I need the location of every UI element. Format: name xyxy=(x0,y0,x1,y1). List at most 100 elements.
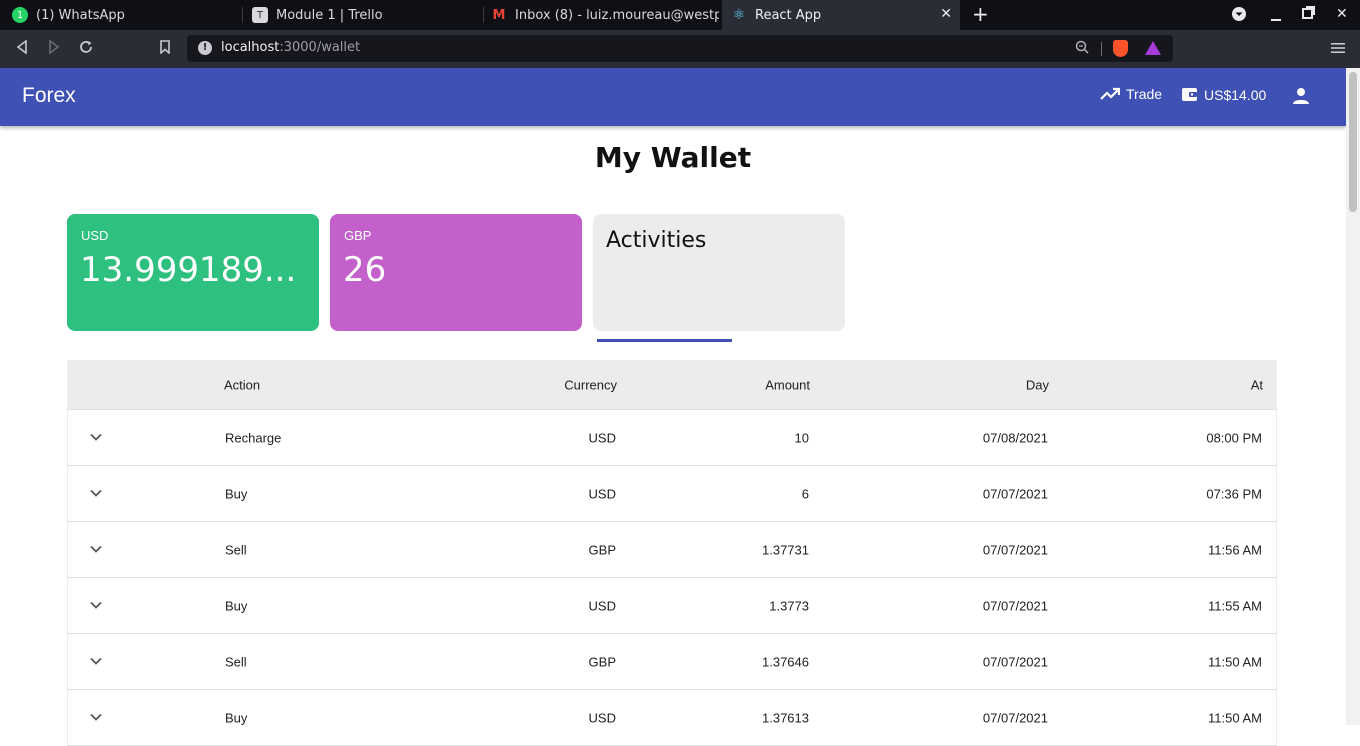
cell-action: Buy xyxy=(225,598,248,613)
react-icon: ⚛ xyxy=(732,7,746,23)
restore-icon[interactable] xyxy=(1302,6,1315,23)
cell-currency: USD xyxy=(588,710,616,725)
browser-menu-icon[interactable] xyxy=(1331,39,1345,58)
url-divider xyxy=(1101,42,1102,56)
cell-at: 08:00 PM xyxy=(1206,430,1262,445)
url-field[interactable]: ! localhost:3000/wallet xyxy=(187,35,1173,62)
cell-at: 11:56 AM xyxy=(1208,542,1262,557)
cell-at: 11:50 AM xyxy=(1208,710,1262,725)
cell-at: 11:50 AM xyxy=(1208,654,1262,669)
brave-rewards-icon[interactable] xyxy=(1145,41,1161,55)
site-info-icon[interactable]: ! xyxy=(198,41,212,55)
app-header: Forex Trade US$14.00 xyxy=(0,68,1346,126)
tab-whatsapp[interactable]: 1 (1) WhatsApp xyxy=(12,0,238,30)
table-row: Buy USD 6 07/07/2021 07:36 PM xyxy=(67,466,1277,522)
tab-title: (1) WhatsApp xyxy=(36,7,125,23)
activities-table: Action Currency Amount Day At Recharge U… xyxy=(67,360,1277,746)
cell-amount: 10 xyxy=(794,430,809,445)
cell-amount: 6 xyxy=(801,486,809,501)
cell-currency: GBP xyxy=(588,654,616,669)
expand-row-icon[interactable] xyxy=(88,540,104,559)
header-currency[interactable]: Currency xyxy=(564,377,617,392)
card-currency: GBP xyxy=(344,228,372,243)
table-row: Buy USD 1.3773 07/07/2021 11:55 AM xyxy=(67,578,1277,634)
wallet-balance-button[interactable]: US$14.00 xyxy=(1181,86,1266,103)
address-bar: ! localhost:3000/wallet xyxy=(0,30,1360,68)
usd-wallet-card[interactable]: USD 13.999189... xyxy=(67,214,319,331)
cell-day: 07/07/2021 xyxy=(982,542,1048,557)
new-tab-button[interactable]: + xyxy=(972,4,989,24)
whatsapp-icon: 1 xyxy=(12,7,28,23)
header-amount[interactable]: Amount xyxy=(765,377,810,392)
cell-day: 07/07/2021 xyxy=(982,654,1048,669)
trade-label: Trade xyxy=(1126,86,1163,102)
tab-gmail[interactable]: M Inbox (8) - luiz.moureau@westpoi xyxy=(491,0,719,30)
activities-selected-indicator xyxy=(597,339,732,342)
cell-day: 07/07/2021 xyxy=(982,486,1048,501)
page-title: My Wallet xyxy=(594,141,752,174)
browser-tab-bar: 1 (1) WhatsApp T Module 1 | Trello M Inb… xyxy=(0,0,1360,30)
gbp-wallet-card[interactable]: GBP 26 xyxy=(330,214,582,331)
card-amount: 26 xyxy=(343,250,387,290)
tab-divider xyxy=(483,7,484,23)
expand-row-icon[interactable] xyxy=(88,708,104,727)
table-row: Recharge USD 10 07/08/2021 08:00 PM xyxy=(67,410,1277,466)
cell-currency: USD xyxy=(588,598,616,613)
header-action[interactable]: Action xyxy=(224,377,260,392)
expand-row-icon[interactable] xyxy=(88,484,104,503)
cell-action: Recharge xyxy=(225,430,282,445)
page-scrollbar[interactable] xyxy=(1346,68,1360,725)
tab-title: Inbox (8) - luiz.moureau@westpoi xyxy=(515,7,719,23)
header-day[interactable]: Day xyxy=(1026,377,1049,392)
cell-action: Buy xyxy=(225,486,248,501)
table-row: Sell GBP 1.37731 07/07/2021 11:56 AM xyxy=(67,522,1277,578)
account-icon[interactable] xyxy=(1292,87,1310,109)
tab-trello[interactable]: T Module 1 | Trello xyxy=(252,0,478,30)
cell-amount: 1.37646 xyxy=(762,654,809,669)
tab-title: React App xyxy=(755,7,822,23)
trending-up-icon xyxy=(1100,87,1120,100)
close-tab-icon[interactable]: ✕ xyxy=(940,6,952,22)
forward-icon[interactable] xyxy=(48,39,60,58)
brand-logo[interactable]: Forex xyxy=(22,84,76,108)
gmail-icon: M xyxy=(492,7,506,23)
cell-currency: USD xyxy=(588,430,616,445)
minimize-icon[interactable] xyxy=(1270,4,1282,28)
scrollbar-thumb[interactable] xyxy=(1349,72,1357,212)
bookmark-icon[interactable] xyxy=(159,39,171,58)
cell-action: Sell xyxy=(225,542,247,557)
wallet-icon xyxy=(1182,88,1197,101)
cell-day: 07/08/2021 xyxy=(982,430,1048,445)
tab-title: Module 1 | Trello xyxy=(276,7,383,23)
cell-day: 07/07/2021 xyxy=(982,598,1048,613)
cell-day: 07/07/2021 xyxy=(982,710,1048,725)
table-row: Sell GBP 1.37646 07/07/2021 11:50 AM xyxy=(67,634,1277,690)
cell-amount: 1.37613 xyxy=(762,710,809,725)
reload-icon[interactable] xyxy=(79,39,93,58)
trade-button[interactable]: Trade xyxy=(1100,86,1162,102)
back-icon[interactable] xyxy=(16,39,28,58)
brave-shields-icon[interactable] xyxy=(1113,40,1128,57)
expand-row-icon[interactable] xyxy=(88,652,104,671)
cell-action: Sell xyxy=(225,654,247,669)
table-header: Action Currency Amount Day At xyxy=(67,360,1277,410)
card-currency: USD xyxy=(81,228,109,243)
cell-currency: GBP xyxy=(588,542,616,557)
expand-row-icon[interactable] xyxy=(88,428,104,447)
close-window-icon[interactable]: ✕ xyxy=(1336,6,1348,22)
tab-react-app[interactable]: ⚛ React App ✕ xyxy=(722,0,960,30)
header-at[interactable]: At xyxy=(1251,377,1263,392)
trello-icon: T xyxy=(252,7,268,23)
activities-card[interactable]: Activities xyxy=(593,214,845,331)
cell-action: Buy xyxy=(225,710,248,725)
card-amount: 13.999189... xyxy=(80,250,297,290)
tab-search-icon[interactable] xyxy=(1231,6,1247,26)
cell-at: 07:36 PM xyxy=(1206,486,1262,501)
cell-currency: USD xyxy=(588,486,616,501)
wallet-balance: US$14.00 xyxy=(1204,86,1267,103)
cell-amount: 1.37731 xyxy=(762,542,809,557)
zoom-icon[interactable] xyxy=(1075,40,1089,58)
expand-row-icon[interactable] xyxy=(88,596,104,615)
table-row: Buy USD 1.37613 07/07/2021 11:50 AM xyxy=(67,690,1277,746)
url-text: localhost:3000/wallet xyxy=(221,40,361,55)
